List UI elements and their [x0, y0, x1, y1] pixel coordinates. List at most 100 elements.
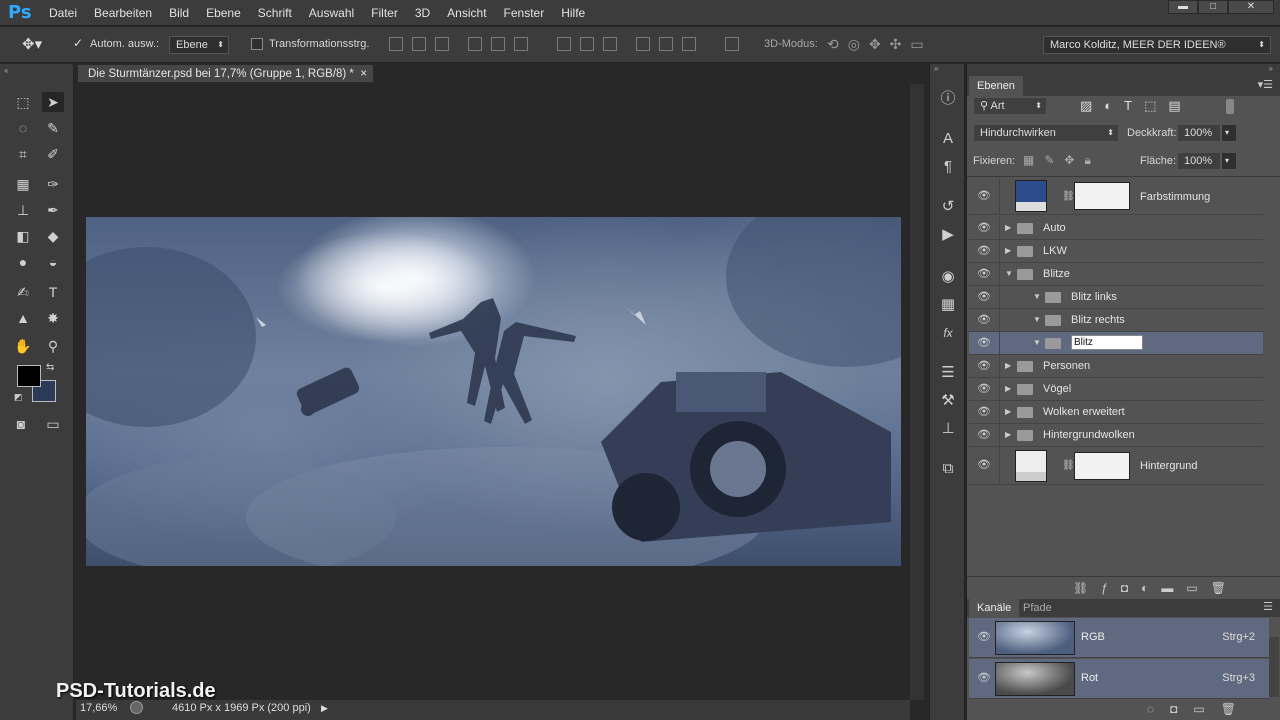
opacity-field[interactable]: 100% — [1177, 124, 1221, 142]
workspace-dropdown[interactable]: Marco Kolditz, MEER DER IDEEN® ⬍ — [1043, 36, 1271, 54]
move-tool-preset-icon[interactable]: ✥▾ — [22, 35, 42, 53]
distribute-left-icon[interactable] — [636, 37, 650, 51]
link-icon[interactable]: ⛓ — [1062, 460, 1075, 471]
layer-row-wolken-erweitert[interactable]: 👁︎ ▶ Wolken erweitert — [969, 401, 1263, 424]
quick-selection-tool-icon[interactable]: ✎ — [42, 118, 64, 138]
eye-icon[interactable]: 👁︎ — [977, 222, 991, 234]
adjustments-panel-icon[interactable]: ☰ — [930, 362, 966, 384]
menu-bild[interactable]: Bild — [169, 6, 189, 20]
document-tab[interactable]: Die Sturmtänzer.psd bei 17,7% (Gruppe 1,… — [77, 64, 374, 83]
dodge-tool-icon[interactable]: ◒ — [42, 252, 64, 272]
clone-stamp-tool-icon[interactable]: ⊥ — [12, 200, 34, 220]
custom-shape-tool-icon[interactable]: ✸ — [42, 308, 64, 328]
fill-chevron-icon[interactable]: ▾ — [1221, 152, 1237, 170]
blend-mode-dropdown[interactable]: Hindurchwirken ⬍ — [973, 124, 1119, 142]
swap-colors-icon[interactable]: ⇆ — [46, 362, 54, 373]
collapse-strip-icon[interactable]: » — [934, 64, 938, 73]
menu-filter[interactable]: Filter — [371, 6, 398, 20]
expand-arrow-icon[interactable]: ▶ — [1005, 246, 1011, 255]
menu-ansicht[interactable]: Ansicht — [447, 6, 486, 20]
layer-row-voegel[interactable]: 👁︎ ▶ Vögel — [969, 378, 1263, 401]
type-tool-icon[interactable]: T — [42, 282, 64, 302]
transform-controls-checkbox[interactable] — [251, 38, 263, 50]
tab-pfade[interactable]: Pfade — [1015, 599, 1060, 617]
collapse-panel-icon[interactable]: » — [1269, 64, 1273, 73]
lasso-tool-icon[interactable]: ◌ — [12, 118, 34, 138]
actions-panel-icon[interactable]: ▶ — [930, 224, 966, 246]
menu-auswahl[interactable]: Auswahl — [309, 6, 354, 20]
maximize-button[interactable]: □ — [1198, 0, 1228, 14]
link-icon[interactable]: ⛓ — [1062, 191, 1075, 202]
distribute-top-icon[interactable] — [557, 37, 571, 51]
eye-icon[interactable]: 👁︎ — [977, 406, 991, 418]
panel-menu-icon[interactable]: ▾☰ — [1258, 78, 1273, 91]
collapse-arrow-icon[interactable]: ▼ — [1005, 269, 1013, 278]
channel-row-rgb[interactable]: 👁︎ RGB Strg+2 — [969, 618, 1269, 658]
layer-row-blitz-selected[interactable]: 👁︎ ▼ Blitz — [969, 332, 1263, 355]
layer-row-blitz-rechts[interactable]: 👁︎ ▼ Blitz rechts — [969, 309, 1263, 332]
expand-arrow-icon[interactable]: ▶ — [1005, 384, 1011, 393]
color-panel-icon[interactable]: ◉ — [930, 266, 966, 288]
eye-icon[interactable]: 👁︎ — [977, 314, 991, 326]
expand-arrow-icon[interactable]: ▶ — [1005, 430, 1011, 439]
info-panel-icon[interactable]: ⓘ — [930, 88, 966, 110]
align-vcenter-icon[interactable] — [412, 37, 426, 51]
character-panel-icon[interactable]: A — [930, 128, 966, 150]
layer-row-hintergrund[interactable]: 👁︎ ⛓ Hintergrund — [969, 447, 1263, 485]
layer-row-farbstimmung[interactable]: 👁︎ ⛓ Farbstimmung — [969, 179, 1263, 215]
distribute-right-icon[interactable] — [682, 37, 696, 51]
lock-option-icons[interactable]: ▦✎✥🔒︎ — [1023, 153, 1101, 168]
foreground-color-swatch[interactable] — [17, 365, 41, 387]
layer-row-lkw[interactable]: 👁︎ ▶ LKW — [969, 240, 1263, 263]
close-document-icon[interactable]: × — [360, 65, 367, 83]
eye-icon[interactable]: 👁︎ — [977, 360, 991, 372]
opacity-chevron-icon[interactable]: ▾ — [1221, 124, 1237, 142]
layer-row-blitz-links[interactable]: 👁︎ ▼ Blitz links — [969, 286, 1263, 309]
eye-icon[interactable]: 👁︎ — [977, 383, 991, 395]
expand-arrow-icon[interactable]: ▶ — [1005, 407, 1011, 416]
layer-rename-input[interactable]: Blitz — [1071, 335, 1143, 350]
channels-scrollbar[interactable] — [1269, 637, 1279, 697]
default-colors-icon[interactable]: ◩ — [14, 392, 23, 403]
vertical-scrollbar[interactable] — [910, 84, 924, 700]
layer-row-blitze[interactable]: 👁︎ ▼ Blitze — [969, 263, 1263, 286]
layer-mask-thumbnail[interactable] — [1074, 182, 1130, 210]
auto-select-target-dropdown[interactable]: Ebene ⬍ — [169, 36, 229, 54]
align-top-icon[interactable] — [389, 37, 403, 51]
distribute-vcenter-icon[interactable] — [580, 37, 594, 51]
eye-icon[interactable]: 👁︎ — [977, 631, 991, 643]
crop-tool-icon[interactable]: ⌗ — [12, 144, 34, 164]
pen-tool-icon[interactable]: ✍ — [12, 282, 34, 302]
screen-mode-icon[interactable]: ▭ — [42, 414, 64, 434]
blur-tool-icon[interactable]: ● — [12, 252, 34, 272]
distribute-hcenter-icon[interactable] — [659, 37, 673, 51]
eyedropper-tool-icon[interactable]: ✐ — [42, 144, 64, 164]
healing-brush-tool-icon[interactable]: ▦ — [12, 174, 34, 194]
align-bottom-icon[interactable] — [435, 37, 449, 51]
menu-hilfe[interactable]: Hilfe — [561, 6, 585, 20]
tab-kanaele[interactable]: Kanäle — [969, 599, 1020, 617]
brush-presets-panel-icon[interactable]: ⚒ — [930, 390, 966, 412]
eye-icon[interactable]: 👁︎ — [977, 291, 991, 303]
collapse-panel-icon[interactable]: « — [4, 66, 8, 75]
menu-bearbeiten[interactable]: Bearbeiten — [94, 6, 152, 20]
eye-icon[interactable]: 👁︎ — [977, 190, 991, 202]
hand-tool-icon[interactable]: ✋ — [12, 336, 34, 356]
menu-ebene[interactable]: Ebene — [206, 6, 241, 20]
quick-mask-icon[interactable]: ◙ — [10, 414, 32, 434]
3d-mode-icons[interactable]: ⟲◎✥✣▭ — [827, 36, 933, 53]
status-menu-arrow-icon[interactable]: ▶ — [321, 703, 328, 714]
eye-icon[interactable]: 👁︎ — [977, 672, 991, 684]
paint-bucket-tool-icon[interactable]: ◆ — [42, 226, 64, 246]
menu-fenster[interactable]: Fenster — [504, 6, 545, 20]
3d-panel-icon[interactable]: ⧉ — [930, 458, 966, 480]
swatches-panel-icon[interactable]: ▦ — [930, 294, 966, 316]
expand-arrow-icon[interactable]: ▶ — [1005, 361, 1011, 370]
brush-tool-icon[interactable]: ✑ — [42, 174, 64, 194]
distribute-bottom-icon[interactable] — [603, 37, 617, 51]
align-left-icon[interactable] — [468, 37, 482, 51]
collapse-arrow-icon[interactable]: ▼ — [1033, 315, 1041, 324]
history-brush-tool-icon[interactable]: ✒ — [42, 200, 64, 220]
zoom-tool-icon[interactable]: ⚲ — [42, 336, 64, 356]
menu-schrift[interactable]: Schrift — [258, 6, 292, 20]
